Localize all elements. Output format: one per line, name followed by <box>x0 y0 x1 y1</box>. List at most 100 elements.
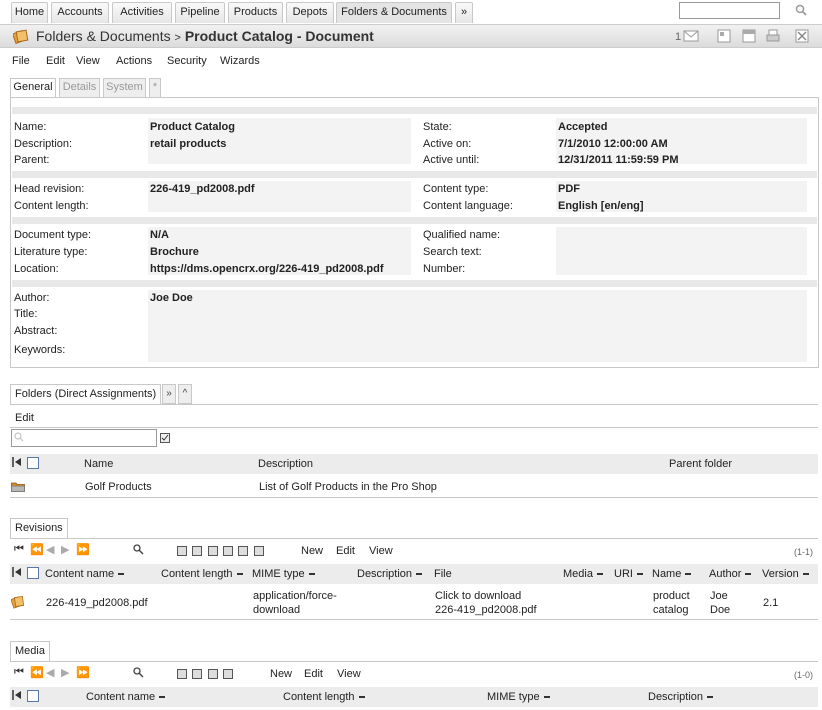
menu-edit[interactable]: Edit <box>46 55 65 67</box>
select-all-checkbox[interactable] <box>27 567 39 579</box>
sort-icon[interactable] <box>159 696 166 699</box>
media-tab[interactable]: Media <box>10 641 50 661</box>
sort-icon[interactable] <box>636 573 643 576</box>
nav-tab-home[interactable]: Home <box>11 2 48 23</box>
column-header-parent-folder[interactable]: Parent folder <box>669 458 732 470</box>
folder-name-cell[interactable]: Golf Products <box>85 481 152 493</box>
details-icon[interactable] <box>208 546 218 556</box>
revision-file-name[interactable]: 226-419_pd2008.pdf <box>435 604 537 616</box>
author-value[interactable]: Joe Doe <box>150 292 193 304</box>
sort-icon[interactable] <box>308 573 315 576</box>
prev-page-icon[interactable]: ◀ <box>46 543 54 556</box>
check-all-icon[interactable] <box>208 669 218 679</box>
menu-actions[interactable]: Actions <box>116 55 152 67</box>
sort-icon[interactable] <box>358 696 365 699</box>
nav-tab-activities[interactable]: Activities <box>112 2 172 23</box>
content-type-value[interactable]: PDF <box>558 183 580 195</box>
column-header-description[interactable]: Description <box>258 458 313 470</box>
fast-forward-icon[interactable]: ⏩ <box>76 543 90 556</box>
folders-collapse-button[interactable]: ^ <box>178 384 192 404</box>
nav-tab-folders-documents[interactable]: Folders & Documents <box>336 2 452 23</box>
name-value[interactable]: Product Catalog <box>150 121 235 133</box>
column-header-description[interactable]: Description <box>648 691 714 703</box>
list-icon[interactable] <box>254 546 264 556</box>
sort-icon[interactable] <box>745 573 752 576</box>
media-search-icon[interactable] <box>133 667 144 678</box>
tab-more[interactable]: * <box>149 78 161 97</box>
column-header-description[interactable]: Description <box>357 568 423 580</box>
sort-icon[interactable] <box>416 573 423 576</box>
column-header-uri[interactable]: URI <box>614 568 643 580</box>
menu-file[interactable]: File <box>12 55 30 67</box>
column-header-content-name[interactable]: Content name <box>86 691 166 703</box>
sort-icon[interactable] <box>707 696 714 699</box>
active-on-value[interactable]: 7/1/2010 12:00:00 AM <box>558 138 668 150</box>
tab-details[interactable]: Details <box>59 78 100 97</box>
sort-icon[interactable] <box>685 573 692 576</box>
media-view-button[interactable]: View <box>337 668 361 680</box>
column-header-mime-type[interactable]: MIME type <box>252 568 315 580</box>
active-until-value[interactable]: 12/31/2011 11:59:59 PM <box>558 154 678 166</box>
first-page-icon[interactable]: ⏮ <box>14 543 24 556</box>
fast-back-icon[interactable]: ⏪ <box>30 666 44 679</box>
description-value[interactable]: retail products <box>150 138 226 150</box>
column-header-name[interactable]: Name <box>84 458 113 470</box>
tab-general[interactable]: General <box>10 78 56 98</box>
clear-filter-icon[interactable] <box>177 546 187 556</box>
content-language-value[interactable]: English [en/eng] <box>558 200 644 212</box>
media-new-button[interactable]: New <box>270 668 292 680</box>
literature-type-value[interactable]: Brochure <box>150 246 199 258</box>
revisions-tab[interactable]: Revisions <box>10 518 68 538</box>
column-toggle-icon[interactable] <box>12 690 22 700</box>
column-header-media[interactable]: Media <box>563 568 603 580</box>
nav-tab-products[interactable]: Products <box>228 2 283 23</box>
prev-page-icon[interactable]: ◀ <box>46 666 54 679</box>
column-toggle-icon[interactable] <box>12 567 22 577</box>
next-page-icon[interactable]: ▶ <box>61 666 69 679</box>
select-all-checkbox[interactable] <box>27 690 39 702</box>
sort-icon[interactable] <box>596 573 603 576</box>
fast-back-icon[interactable]: ⏪ <box>30 543 44 556</box>
sort-icon[interactable] <box>118 573 125 576</box>
media-edit-button[interactable]: Edit <box>304 668 323 680</box>
print-icon[interactable] <box>766 29 780 43</box>
sort-icon[interactable] <box>802 573 809 576</box>
menu-wizards[interactable]: Wizards <box>220 55 260 67</box>
menu-view[interactable]: View <box>76 55 100 67</box>
document-type-value[interactable]: N/A <box>150 229 169 241</box>
nav-more-button[interactable]: » <box>455 2 473 23</box>
column-header-content-name[interactable]: Content name <box>45 568 125 580</box>
check-all-icon[interactable] <box>238 546 248 556</box>
nav-tab-pipeline[interactable]: Pipeline <box>175 2 225 23</box>
column-header-file[interactable]: File <box>434 568 452 580</box>
folders-tab[interactable]: Folders (Direct Assignments) <box>10 384 162 404</box>
column-header-mime-type[interactable]: MIME type <box>487 691 550 703</box>
close-icon[interactable] <box>795 29 809 43</box>
head-revision-value[interactable]: 226-419_pd2008.pdf <box>150 183 255 195</box>
column-header-author[interactable]: Author <box>709 568 752 580</box>
column-toggle-icon[interactable] <box>12 457 22 467</box>
revisions-new-button[interactable]: New <box>301 545 323 557</box>
layout-single-icon[interactable] <box>717 29 731 43</box>
revisions-edit-button[interactable]: Edit <box>336 545 355 557</box>
select-all-checkbox[interactable] <box>27 457 39 469</box>
list-icon[interactable] <box>223 669 233 679</box>
column-header-version[interactable]: Version <box>762 568 809 580</box>
revisions-view-button[interactable]: View <box>369 545 393 557</box>
nav-tab-accounts[interactable]: Accounts <box>51 2 109 23</box>
menu-security[interactable]: Security <box>167 55 207 67</box>
clear-filter-icon[interactable] <box>177 669 187 679</box>
column-header-name[interactable]: Name <box>652 568 692 580</box>
nav-tab-depots[interactable]: Depots <box>286 2 334 23</box>
tab-system[interactable]: System <box>103 78 146 97</box>
layout-split-icon[interactable] <box>742 29 756 43</box>
column-header-content-length[interactable]: Content length <box>161 568 243 580</box>
columns-icon[interactable] <box>192 546 202 556</box>
settings-icon[interactable] <box>223 546 233 556</box>
folders-more-button[interactable]: » <box>162 384 176 404</box>
sort-icon[interactable] <box>236 573 243 576</box>
first-page-icon[interactable]: ⏮ <box>14 666 24 679</box>
column-header-content-length[interactable]: Content length <box>283 691 365 703</box>
next-page-icon[interactable]: ▶ <box>61 543 69 556</box>
columns-icon[interactable] <box>192 669 202 679</box>
